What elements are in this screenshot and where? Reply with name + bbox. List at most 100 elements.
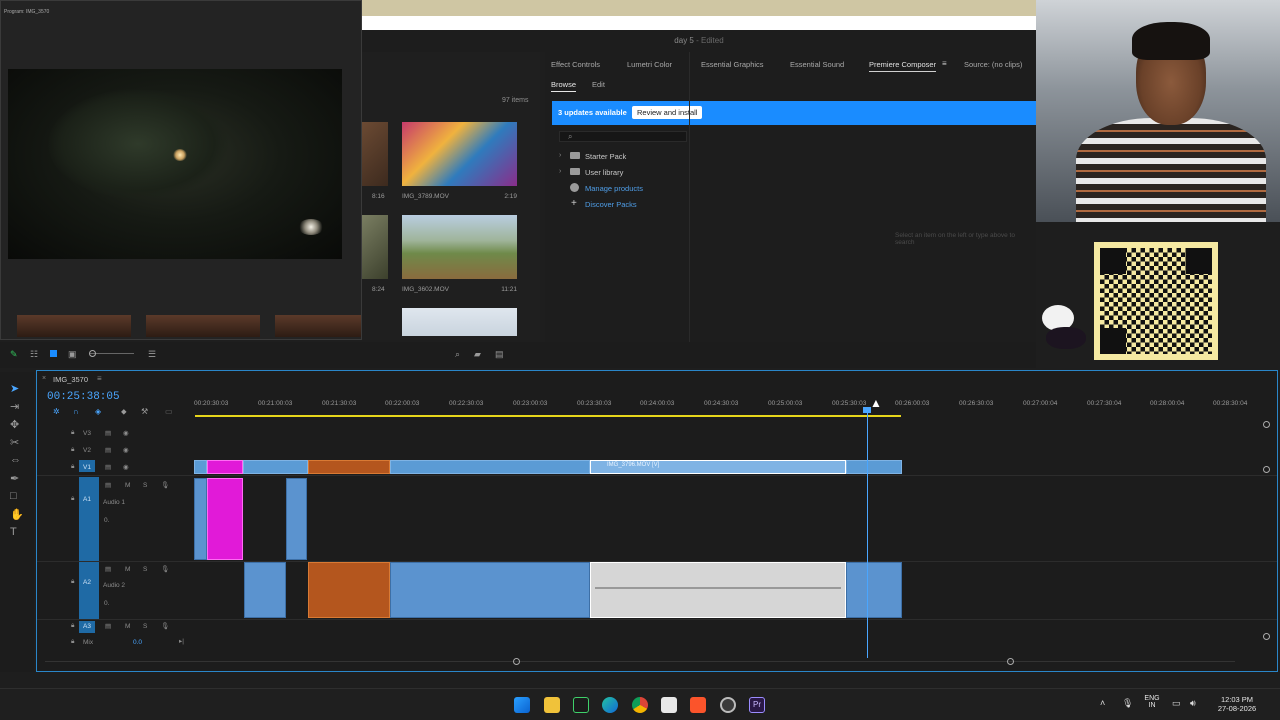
manage-products-link[interactable]: Manage products bbox=[585, 184, 643, 193]
clip-thumbnail[interactable] bbox=[402, 215, 517, 279]
new-item-icon[interactable]: ▤ bbox=[495, 349, 504, 360]
lock-icon[interactable]: 🔒︎ bbox=[71, 429, 74, 437]
volume-a1[interactable]: 0. bbox=[104, 517, 109, 524]
chrome-icon[interactable] bbox=[632, 697, 648, 713]
razor-icon[interactable]: ✂ bbox=[10, 436, 19, 449]
video-clip[interactable] bbox=[243, 460, 308, 474]
audio-clip[interactable] bbox=[286, 478, 307, 560]
sync-icon[interactable]: ▤ bbox=[105, 481, 111, 489]
new-bin-icon[interactable]: ▰ bbox=[474, 349, 481, 360]
marker-add-icon[interactable]: ◈ bbox=[95, 407, 101, 416]
scroll-handle-left[interactable] bbox=[513, 658, 520, 665]
marker-icon[interactable]: ⬥ bbox=[121, 407, 127, 417]
lock-icon[interactable]: 🔒︎ bbox=[71, 622, 74, 630]
snap-icon[interactable]: ✲ bbox=[53, 407, 60, 416]
file-explorer-icon[interactable] bbox=[544, 697, 560, 713]
volume-icon[interactable]: 🔊︎ bbox=[1190, 698, 1196, 709]
tree-user-library[interactable]: User library bbox=[585, 168, 623, 177]
chevron-up-icon[interactable]: ˄ bbox=[1100, 698, 1105, 708]
clip-thumbnail[interactable] bbox=[402, 122, 517, 186]
track-label-a2[interactable]: A2 bbox=[83, 579, 91, 586]
pencil-icon[interactable]: ✎ bbox=[10, 349, 18, 360]
sort-icon[interactable]: ☰ bbox=[148, 349, 156, 360]
slider-handle[interactable] bbox=[89, 350, 96, 357]
mute-button[interactable]: M bbox=[125, 566, 130, 573]
clock[interactable]: 12:03 PM 27-08-2026 bbox=[1212, 695, 1262, 713]
wrench-icon[interactable]: ⚒ bbox=[141, 407, 148, 416]
pen-icon[interactable]: ✒ bbox=[10, 472, 19, 485]
program-video[interactable] bbox=[8, 69, 342, 259]
timeline-scrollbar[interactable] bbox=[45, 661, 1235, 662]
premiere-icon[interactable]: Pr bbox=[749, 697, 765, 713]
chevron-right-icon[interactable]: › bbox=[559, 152, 561, 159]
network-icon[interactable]: ▭ bbox=[1172, 698, 1181, 709]
icon-view-icon[interactable] bbox=[50, 350, 57, 357]
track-target-a1[interactable] bbox=[79, 477, 99, 563]
ripple-edit-icon[interactable]: ✥ bbox=[10, 418, 19, 431]
panel-menu-icon[interactable]: ≡ bbox=[942, 59, 947, 68]
store-icon[interactable] bbox=[661, 697, 677, 713]
tab-essential-graphics[interactable]: Essential Graphics bbox=[701, 60, 764, 69]
video-clip[interactable] bbox=[390, 460, 590, 474]
track-select-icon[interactable]: ⇥ bbox=[10, 400, 19, 413]
vscroll-handle[interactable] bbox=[1263, 633, 1270, 640]
vscroll-handle[interactable] bbox=[1263, 466, 1270, 473]
mic-icon[interactable]: 🎙︎ bbox=[1122, 698, 1133, 709]
audio-clip[interactable] bbox=[194, 478, 207, 560]
sync-icon[interactable]: ▤ bbox=[105, 446, 111, 454]
audio-clip[interactable] bbox=[846, 562, 902, 618]
track-label-a1[interactable]: A1 bbox=[83, 496, 91, 503]
search-icon[interactable]: ⌕ bbox=[455, 349, 460, 360]
timecode[interactable]: 00:25:38:05 bbox=[47, 391, 120, 403]
lock-icon[interactable]: 🔒︎ bbox=[71, 495, 74, 503]
track-label-v2[interactable]: V2 bbox=[83, 447, 91, 454]
edge-icon[interactable] bbox=[602, 697, 618, 713]
mute-button[interactable]: M bbox=[125, 623, 130, 630]
composer-search-input[interactable]: ⌕ bbox=[559, 131, 687, 142]
menu-icon[interactable]: ≡ bbox=[97, 374, 102, 383]
tab-premiere-composer[interactable]: Premiere Composer bbox=[869, 60, 937, 72]
mic-icon[interactable]: 🎙︎ bbox=[161, 565, 169, 573]
linked-icon[interactable]: ∩ bbox=[73, 407, 79, 416]
chevron-right-icon[interactable]: › bbox=[559, 168, 561, 175]
eye-icon[interactable]: ◉ bbox=[123, 429, 129, 437]
sync-icon[interactable]: ▤ bbox=[105, 565, 111, 573]
slip-icon[interactable]: ⇔ bbox=[10, 454, 21, 466]
tab-essential-sound[interactable]: Essential Sound bbox=[790, 60, 844, 69]
rectangle-icon[interactable]: □ bbox=[10, 490, 17, 502]
track-target-a2[interactable] bbox=[79, 563, 99, 619]
freeform-view-icon[interactable]: ▣ bbox=[68, 349, 77, 360]
type-icon[interactable]: T bbox=[10, 526, 17, 538]
mute-button[interactable]: M bbox=[125, 482, 130, 489]
hand-icon[interactable]: ✋ bbox=[10, 508, 24, 521]
captions-icon[interactable]: ▭ bbox=[165, 407, 173, 416]
discover-packs-link[interactable]: Discover Packs bbox=[585, 200, 637, 209]
clip-thumbnail[interactable] bbox=[362, 215, 388, 279]
mix-volume[interactable]: 0.0 bbox=[133, 639, 142, 646]
tab-source[interactable]: Source: (no clips) bbox=[964, 60, 1022, 69]
obs-icon[interactable] bbox=[720, 697, 736, 713]
video-clip[interactable] bbox=[194, 460, 207, 474]
app-icon[interactable] bbox=[573, 697, 589, 713]
lock-icon[interactable]: 🔒︎ bbox=[71, 446, 74, 454]
lock-icon[interactable]: 🔒︎ bbox=[71, 578, 74, 586]
audio-clip[interactable] bbox=[207, 478, 243, 560]
audio-clip[interactable] bbox=[244, 562, 286, 618]
tab-effect-controls[interactable]: Effect Controls bbox=[551, 60, 600, 69]
vscroll-handle[interactable] bbox=[1263, 421, 1270, 428]
sync-icon[interactable]: ▤ bbox=[105, 429, 111, 437]
brave-icon[interactable] bbox=[690, 697, 706, 713]
selected-video-clip[interactable]: IMG_3796.MOV [V] bbox=[590, 460, 846, 474]
tree-starter-pack[interactable]: Starter Pack bbox=[585, 152, 626, 161]
tab-lumetri-color[interactable]: Lumetri Color bbox=[627, 60, 672, 69]
lock-icon[interactable]: 🔒︎ bbox=[71, 638, 74, 646]
video-clip[interactable] bbox=[207, 460, 243, 474]
mic-icon[interactable]: 🎙︎ bbox=[161, 622, 169, 630]
mix-end-icon[interactable]: ▸| bbox=[179, 637, 184, 645]
sync-icon[interactable]: ▤ bbox=[105, 622, 111, 630]
windows-start-icon[interactable] bbox=[514, 697, 530, 713]
track-label-v1[interactable]: V1 bbox=[83, 464, 91, 471]
lock-icon[interactable]: 🔒︎ bbox=[71, 463, 74, 471]
selection-tool-icon[interactable]: ➤ bbox=[10, 382, 19, 395]
video-clip[interactable] bbox=[846, 460, 902, 474]
